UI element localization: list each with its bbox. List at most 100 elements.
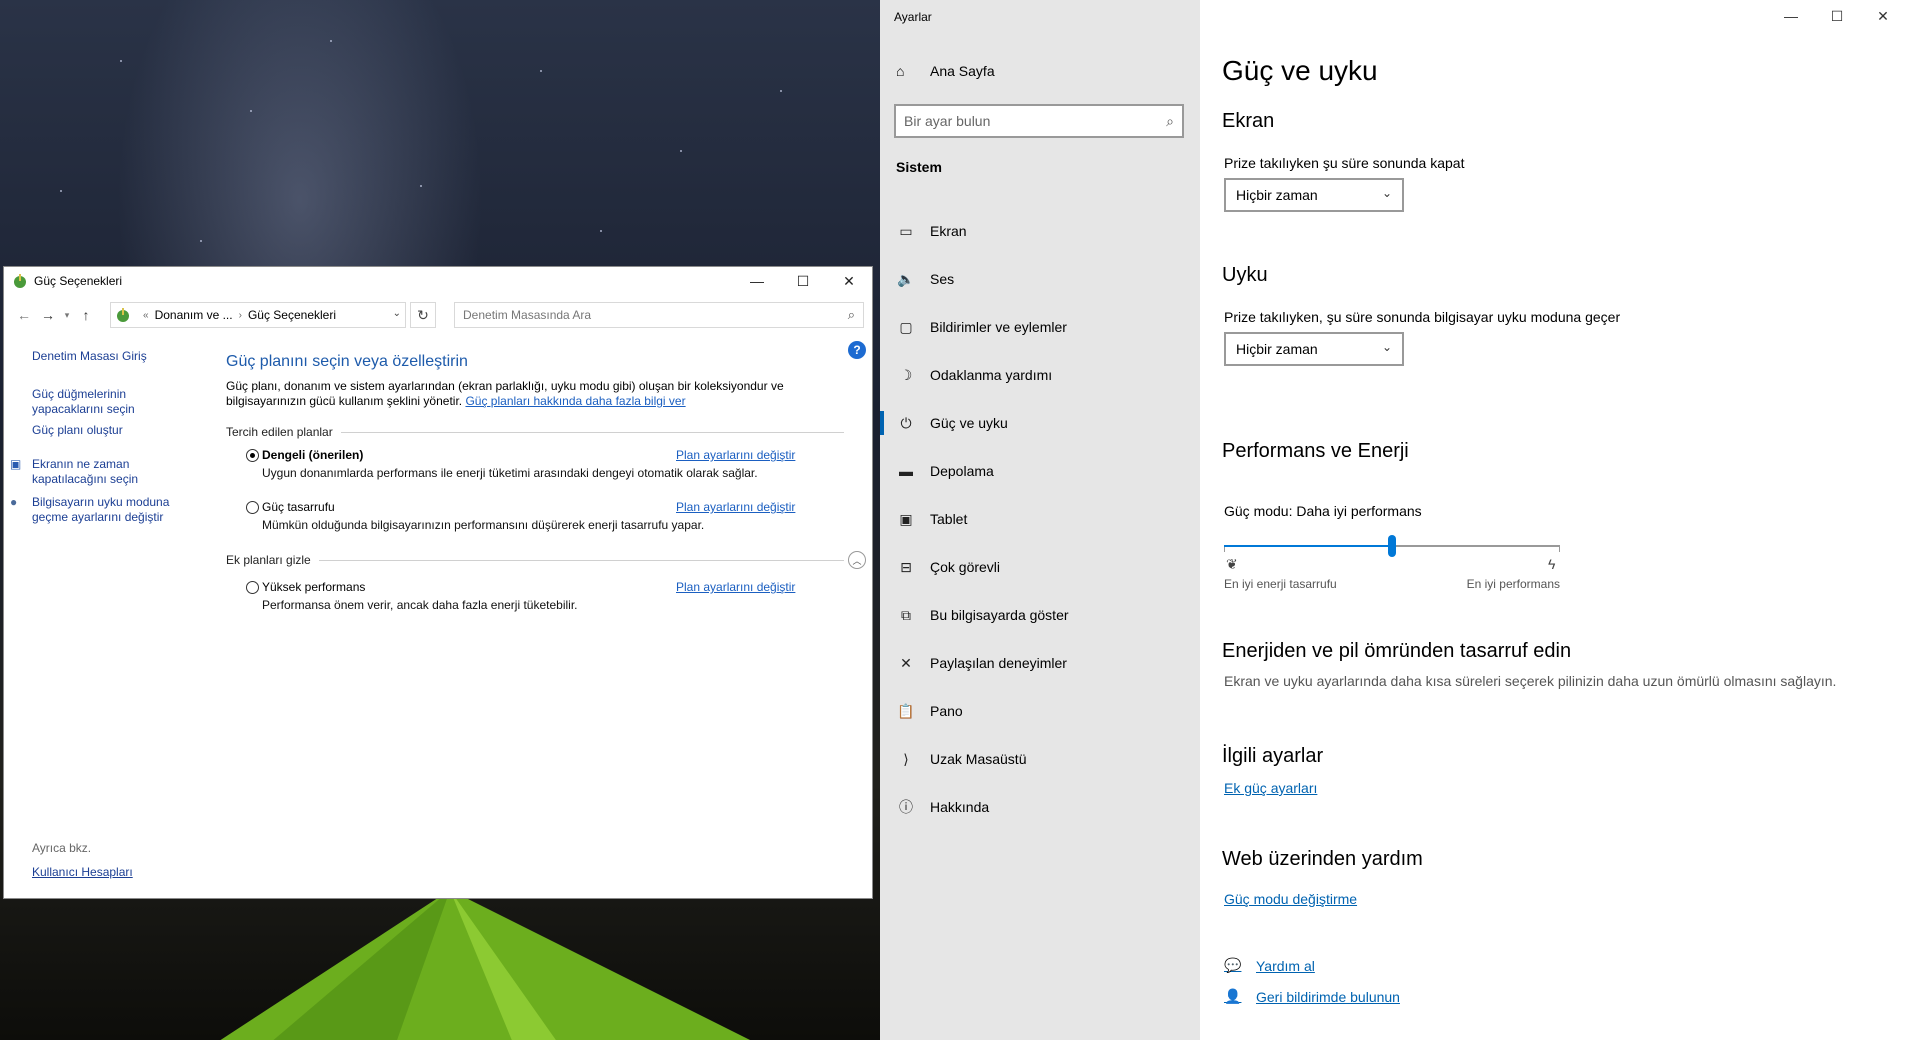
slider-thumb[interactable] bbox=[1388, 535, 1396, 557]
link-user-accounts[interactable]: Kullanıcı Hesapları bbox=[32, 865, 133, 879]
star bbox=[120, 60, 122, 62]
power-mode-help-link[interactable]: Güç modu değiştirme bbox=[1224, 891, 1357, 907]
sidebar-item-monitor[interactable]: ▭ Ekran bbox=[880, 207, 1200, 255]
screen-off-dropdown[interactable]: Hiçbir zaman ⌄ bbox=[1224, 178, 1404, 212]
address-dropdown-icon[interactable]: ⌄ bbox=[393, 308, 401, 319]
forward-arrow-icon[interactable]: → bbox=[36, 303, 60, 327]
slider-fill bbox=[1224, 545, 1392, 547]
change-plan-settings-link[interactable]: Plan ayarlarını değiştir bbox=[676, 580, 795, 594]
related-settings-heading: İlgili ayarlar bbox=[1222, 745, 1324, 767]
sidebar-item-speaker[interactable]: 🔈 Ses bbox=[880, 255, 1200, 303]
learn-more-link[interactable]: Güç planları hakkında daha fazla bilgi v… bbox=[465, 394, 685, 408]
lightning-icon: ϟ bbox=[1548, 556, 1556, 572]
sidebar-item-moon[interactable]: ☽ Odaklanma yardımı bbox=[880, 351, 1200, 399]
hide-extra-plans-label[interactable]: Ek planları gizle bbox=[226, 553, 311, 567]
plan-power-saver-radio[interactable] bbox=[246, 501, 259, 514]
web-help-heading: Web üzerinden yardım bbox=[1222, 848, 1423, 870]
plan-balanced[interactable]: Dengeli (önerilen) Uygun donanımlarda pe… bbox=[246, 447, 866, 489]
control-panel-search-input[interactable] bbox=[463, 308, 848, 322]
sidebar-item-label: Güç ve uyku bbox=[930, 415, 1008, 431]
maximize-button[interactable]: ☐ bbox=[780, 267, 826, 295]
sidebar-item-multitask[interactable]: ⊟ Çok görevli bbox=[880, 543, 1200, 591]
breadcrumb-hardware[interactable]: Donanım ve ... bbox=[155, 308, 233, 322]
maximize-button[interactable]: ☐ bbox=[1814, 0, 1860, 32]
link-control-panel-home[interactable]: Denetim Masası Giriş bbox=[32, 349, 147, 364]
plan-name[interactable]: Yüksek performans bbox=[262, 580, 365, 594]
sidebar-item-project[interactable]: ⧉ Bu bilgisayarda göster bbox=[880, 591, 1200, 639]
sidebar-item-label: Uzak Masaüstü bbox=[930, 751, 1027, 767]
plan-name[interactable]: Dengeli (önerilen) bbox=[262, 448, 363, 462]
link-power-buttons[interactable]: Güç düğmelerinin yapacaklarını seçin bbox=[32, 387, 142, 417]
sidebar-item-tablet[interactable]: ▣ Tablet bbox=[880, 495, 1200, 543]
close-button[interactable]: ✕ bbox=[1860, 0, 1906, 32]
sidebar-item-info[interactable]: ⓘ Hakkında bbox=[880, 783, 1200, 831]
settings-window: Ayarlar ⌂ Ana Sayfa ⌕ Sistem ▭ Ekran 🔈 Ses ▢… bbox=[880, 0, 1906, 1040]
get-help-link[interactable]: 💬 Yardım al bbox=[1224, 957, 1315, 974]
control-panel-search[interactable]: ⌕ bbox=[454, 302, 864, 328]
monitor-icon: ▭ bbox=[899, 222, 913, 239]
collapse-chevron-icon[interactable]: ︿ bbox=[848, 551, 866, 569]
close-button[interactable]: ✕ bbox=[826, 267, 872, 295]
sidebar-item-label: Depolama bbox=[930, 463, 994, 479]
sleep-label: Prize takılıyken, şu süre sonunda bilgis… bbox=[1224, 309, 1621, 325]
home-icon: ⌂ bbox=[896, 63, 905, 79]
feedback-link[interactable]: 👤 Geri bildirimde bulunun bbox=[1224, 988, 1400, 1005]
project-icon: ⧉ bbox=[901, 606, 911, 623]
window-titlebar[interactable]: Güç Seçenekleri — ☐ ✕ bbox=[4, 267, 872, 295]
storage-icon: ▬ bbox=[899, 463, 913, 479]
navigation-bar: ← → ▾ ↑ « Donanım ve ... › Güç Seçenekle… bbox=[4, 295, 872, 335]
power-mode-slider[interactable] bbox=[1224, 535, 1560, 557]
settings-sidebar: Ayarlar ⌂ Ana Sayfa ⌕ Sistem ▭ Ekran 🔈 Ses ▢… bbox=[880, 0, 1200, 1040]
slider-tick bbox=[1559, 547, 1560, 552]
speaker-icon: 🔈 bbox=[897, 270, 915, 287]
link-display-off[interactable]: Ekranın ne zaman kapatılacağını seçin bbox=[32, 457, 152, 487]
change-plan-settings-link[interactable]: Plan ayarlarını değiştir bbox=[676, 448, 795, 462]
energy-saving-heading: Enerjiden ve pil ömründen tasarruf edin bbox=[1222, 640, 1572, 662]
sidebar-item-label: Pano bbox=[930, 703, 963, 719]
link-sleep-settings[interactable]: Bilgisayarın uyku moduna geçme ayarların… bbox=[32, 495, 182, 525]
additional-power-settings-link[interactable]: Ek güç ayarları bbox=[1224, 780, 1317, 796]
plan-power-saver[interactable]: Güç tasarrufu Mümkün olduğunda bilgisaya… bbox=[246, 499, 866, 541]
sidebar-item-clipboard[interactable]: 📋 Pano bbox=[880, 687, 1200, 735]
address-bar[interactable]: « Donanım ve ... › Güç Seçenekleri ⌄ bbox=[110, 302, 406, 328]
plan-name[interactable]: Güç tasarrufu bbox=[262, 500, 335, 514]
star bbox=[60, 190, 62, 192]
search-icon[interactable]: ⌕ bbox=[848, 307, 855, 323]
sidebar-item-label: Odaklanma yardımı bbox=[930, 367, 1053, 383]
minimize-button[interactable]: — bbox=[1768, 0, 1814, 32]
page-title: Güç ve uyku bbox=[1222, 55, 1378, 86]
settings-search[interactable]: ⌕ bbox=[894, 104, 1184, 138]
plan-high-performance-radio[interactable] bbox=[246, 581, 259, 594]
sleep-dropdown[interactable]: Hiçbir zaman ⌄ bbox=[1224, 332, 1404, 366]
sleep-heading: Uyku bbox=[1222, 264, 1268, 286]
breadcrumb-overflow[interactable]: « bbox=[143, 310, 149, 321]
screen-off-label: Prize takılıyken şu süre sonunda kapat bbox=[1224, 155, 1465, 171]
plan-high-performance[interactable]: Yüksek performans Performansa önem verir… bbox=[246, 579, 866, 621]
back-arrow-icon[interactable]: ← bbox=[12, 303, 36, 327]
preferred-plans-group: Tercih edilen planlar bbox=[226, 425, 866, 439]
performance-heading: Performans ve Enerji bbox=[1222, 440, 1409, 462]
up-arrow-icon[interactable]: ↑ bbox=[74, 303, 98, 327]
refresh-button[interactable]: ↻ bbox=[410, 302, 436, 328]
recent-locations-chevron-icon[interactable]: ▾ bbox=[60, 303, 74, 327]
settings-search-input[interactable] bbox=[904, 113, 1167, 129]
link-create-plan[interactable]: Güç planı oluştur bbox=[32, 423, 123, 438]
plan-balanced-radio[interactable] bbox=[246, 449, 259, 462]
sidebar-item-remote-desktop[interactable]: ⟩ Uzak Masaüstü bbox=[880, 735, 1200, 783]
home-nav-item[interactable]: ⌂ Ana Sayfa bbox=[896, 63, 995, 79]
sidebar-item-storage[interactable]: ▬ Depolama bbox=[880, 447, 1200, 495]
sidebar-item-power[interactable]: ⏻ Güç ve uyku bbox=[880, 399, 1200, 447]
sidebar-item-label: Bildirimler ve eylemler bbox=[930, 319, 1067, 335]
breadcrumb-separator-icon[interactable]: › bbox=[239, 310, 242, 321]
search-icon[interactable]: ⌕ bbox=[1166, 113, 1174, 130]
chat-help-icon: 💬 bbox=[1224, 957, 1242, 973]
change-plan-settings-link[interactable]: Plan ayarlarını değiştir bbox=[676, 500, 795, 514]
sidebar-item-notification[interactable]: ▢ Bildirimler ve eylemler bbox=[880, 303, 1200, 351]
sidebar-item-shared[interactable]: ✕ Paylaşılan deneyimler bbox=[880, 639, 1200, 687]
minimize-button[interactable]: — bbox=[734, 267, 780, 295]
power-options-icon bbox=[117, 308, 129, 322]
power-options-icon bbox=[14, 274, 26, 288]
breadcrumb-power-options[interactable]: Güç Seçenekleri bbox=[248, 308, 336, 322]
home-label: Ana Sayfa bbox=[930, 63, 995, 79]
star bbox=[330, 40, 332, 42]
